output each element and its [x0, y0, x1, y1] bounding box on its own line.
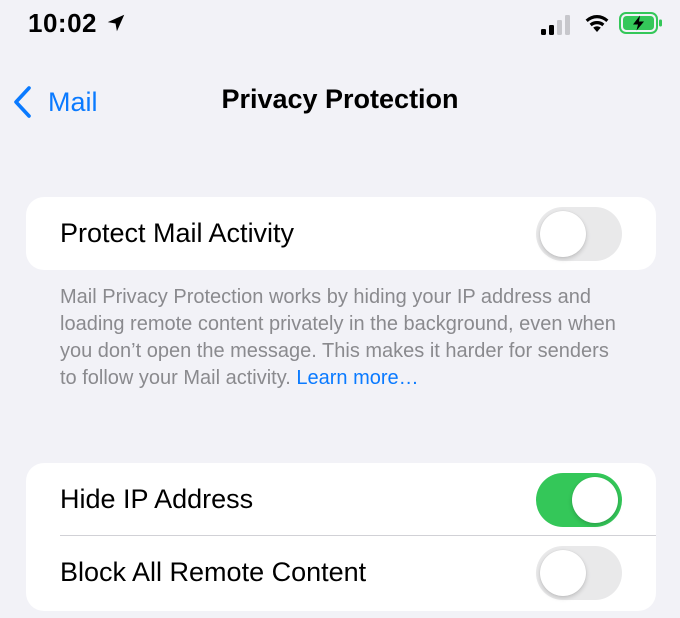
learn-more-link[interactable]: Learn more… — [296, 367, 418, 389]
setting-label: Hide IP Address — [60, 484, 254, 514]
hide-ip-address-toggle[interactable] — [536, 472, 622, 527]
block-all-remote-content-toggle[interactable] — [536, 545, 622, 600]
cellular-signal-icon — [541, 15, 570, 35]
toggle-knob — [572, 476, 618, 523]
setting-row-protect-mail-activity: Protect Mail Activity — [26, 197, 656, 270]
navigation-bar: Mail Privacy Protection — [0, 60, 680, 144]
setting-label: Protect Mail Activity — [60, 218, 295, 248]
settings-group-protect: Protect Mail Activity — [26, 197, 656, 270]
location-arrow-icon — [107, 14, 125, 32]
battery-charging-icon — [619, 12, 662, 34]
setting-label: Block All Remote Content — [60, 557, 367, 587]
status-bar: 10:02 — [0, 0, 680, 50]
protect-mail-activity-toggle[interactable] — [536, 206, 622, 261]
settings-group-ip: Hide IP Address Block All Remote Content — [26, 463, 656, 611]
toggle-knob — [540, 210, 586, 257]
page-title: Privacy Protection — [221, 84, 459, 114]
status-time: 10:02 — [28, 8, 97, 38]
toggle-knob — [540, 549, 586, 596]
setting-row-block-all-remote-content: Block All Remote Content — [26, 536, 656, 609]
setting-row-hide-ip-address: Hide IP Address — [26, 463, 656, 536]
group-footer: Mail Privacy Protection works by hiding … — [60, 284, 630, 392]
wifi-icon — [585, 15, 609, 32]
